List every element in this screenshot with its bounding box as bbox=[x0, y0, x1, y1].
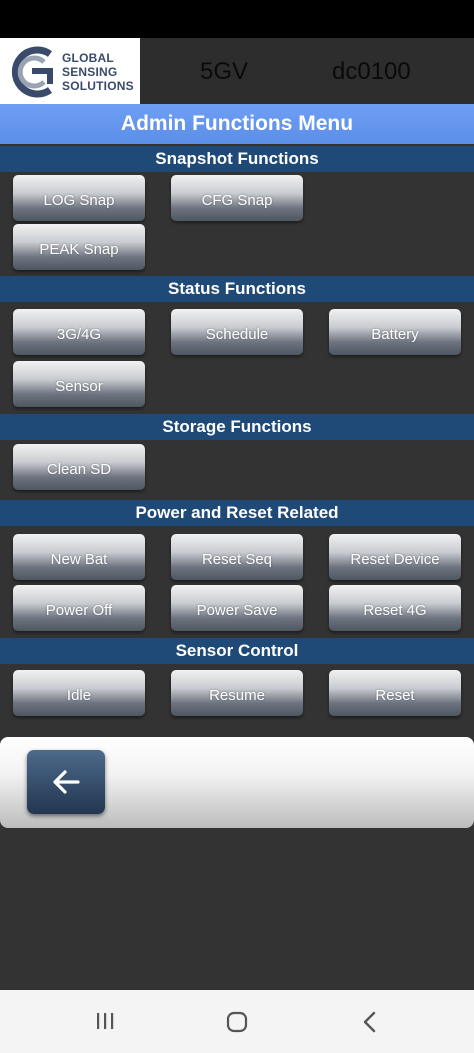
reset-button[interactable]: Reset bbox=[329, 670, 461, 716]
cfg-snap-button[interactable]: CFG Snap bbox=[171, 175, 303, 221]
button-label: Reset 4G bbox=[363, 601, 427, 619]
3g-4g-button[interactable]: 3G/4G bbox=[13, 309, 145, 355]
back-button[interactable] bbox=[27, 750, 105, 814]
sensor-button[interactable]: Sensor bbox=[13, 361, 145, 407]
schedule-button[interactable]: Schedule bbox=[171, 309, 303, 355]
button-label: LOG Snap bbox=[43, 191, 115, 209]
button-label: Sensor bbox=[55, 377, 103, 395]
section-header-snapshot: Snapshot Functions bbox=[0, 146, 474, 172]
button-label: Clean SD bbox=[46, 460, 112, 478]
arrow-left-icon bbox=[53, 770, 80, 794]
button-label: Reset Seq bbox=[201, 550, 273, 568]
button-label: New Bat bbox=[50, 550, 108, 568]
logo-mark-icon bbox=[11, 46, 53, 98]
company-logo: GLOBAL SENSING SOLUTIONS bbox=[0, 38, 140, 104]
reset-device-button[interactable]: Reset Device bbox=[329, 534, 461, 580]
section-header-sensor-control: Sensor Control bbox=[0, 638, 474, 664]
resume-button[interactable]: Resume bbox=[171, 670, 303, 716]
section-header-storage: Storage Functions bbox=[0, 414, 474, 440]
status-bar bbox=[0, 0, 474, 38]
app-header: GLOBAL SENSING SOLUTIONS 5GV dc0100 bbox=[0, 38, 474, 104]
power-save-button[interactable]: Power Save bbox=[171, 585, 303, 631]
network-label: 5GV bbox=[200, 58, 249, 85]
navigation-panel bbox=[0, 737, 474, 828]
logo-line-1: GLOBAL bbox=[62, 51, 114, 65]
idle-button[interactable]: Idle bbox=[13, 670, 145, 716]
section-header-power: Power and Reset Related bbox=[0, 500, 474, 526]
section-header-status: Status Functions bbox=[0, 276, 474, 302]
device-id: dc0100 bbox=[332, 58, 411, 85]
button-label: Power Off bbox=[45, 601, 113, 619]
button-label: PEAK Snap bbox=[39, 240, 119, 258]
log-snap-button[interactable]: LOG Snap bbox=[13, 175, 145, 221]
button-label: Reset bbox=[375, 686, 415, 704]
system-navigation-bar bbox=[0, 990, 474, 1053]
recent-apps-icon[interactable] bbox=[94, 1010, 116, 1032]
button-label: Idle bbox=[66, 686, 92, 704]
home-icon[interactable] bbox=[225, 1010, 249, 1034]
reset-seq-button[interactable]: Reset Seq bbox=[171, 534, 303, 580]
logo-line-3: SOLUTIONS bbox=[62, 79, 134, 93]
button-label: 3G/4G bbox=[56, 325, 102, 343]
chevron-left-icon[interactable] bbox=[360, 1010, 380, 1034]
button-label: Resume bbox=[209, 686, 265, 704]
peak-snap-button[interactable]: PEAK Snap bbox=[13, 224, 145, 270]
button-label: Schedule bbox=[205, 325, 269, 343]
clean-sd-button[interactable]: Clean SD bbox=[13, 444, 145, 490]
battery-button[interactable]: Battery bbox=[329, 309, 461, 355]
button-label: Power Save bbox=[196, 601, 278, 619]
logo-line-2: SENSING bbox=[62, 65, 118, 79]
page-title: Admin Functions Menu bbox=[0, 104, 474, 144]
power-off-button[interactable]: Power Off bbox=[13, 585, 145, 631]
reset-4g-button[interactable]: Reset 4G bbox=[329, 585, 461, 631]
new-bat-button[interactable]: New Bat bbox=[13, 534, 145, 580]
button-label: CFG Snap bbox=[201, 191, 273, 209]
button-label: Battery bbox=[371, 325, 419, 343]
logo-text: GLOBAL SENSING SOLUTIONS bbox=[62, 51, 134, 93]
button-label: Reset Device bbox=[350, 550, 440, 568]
